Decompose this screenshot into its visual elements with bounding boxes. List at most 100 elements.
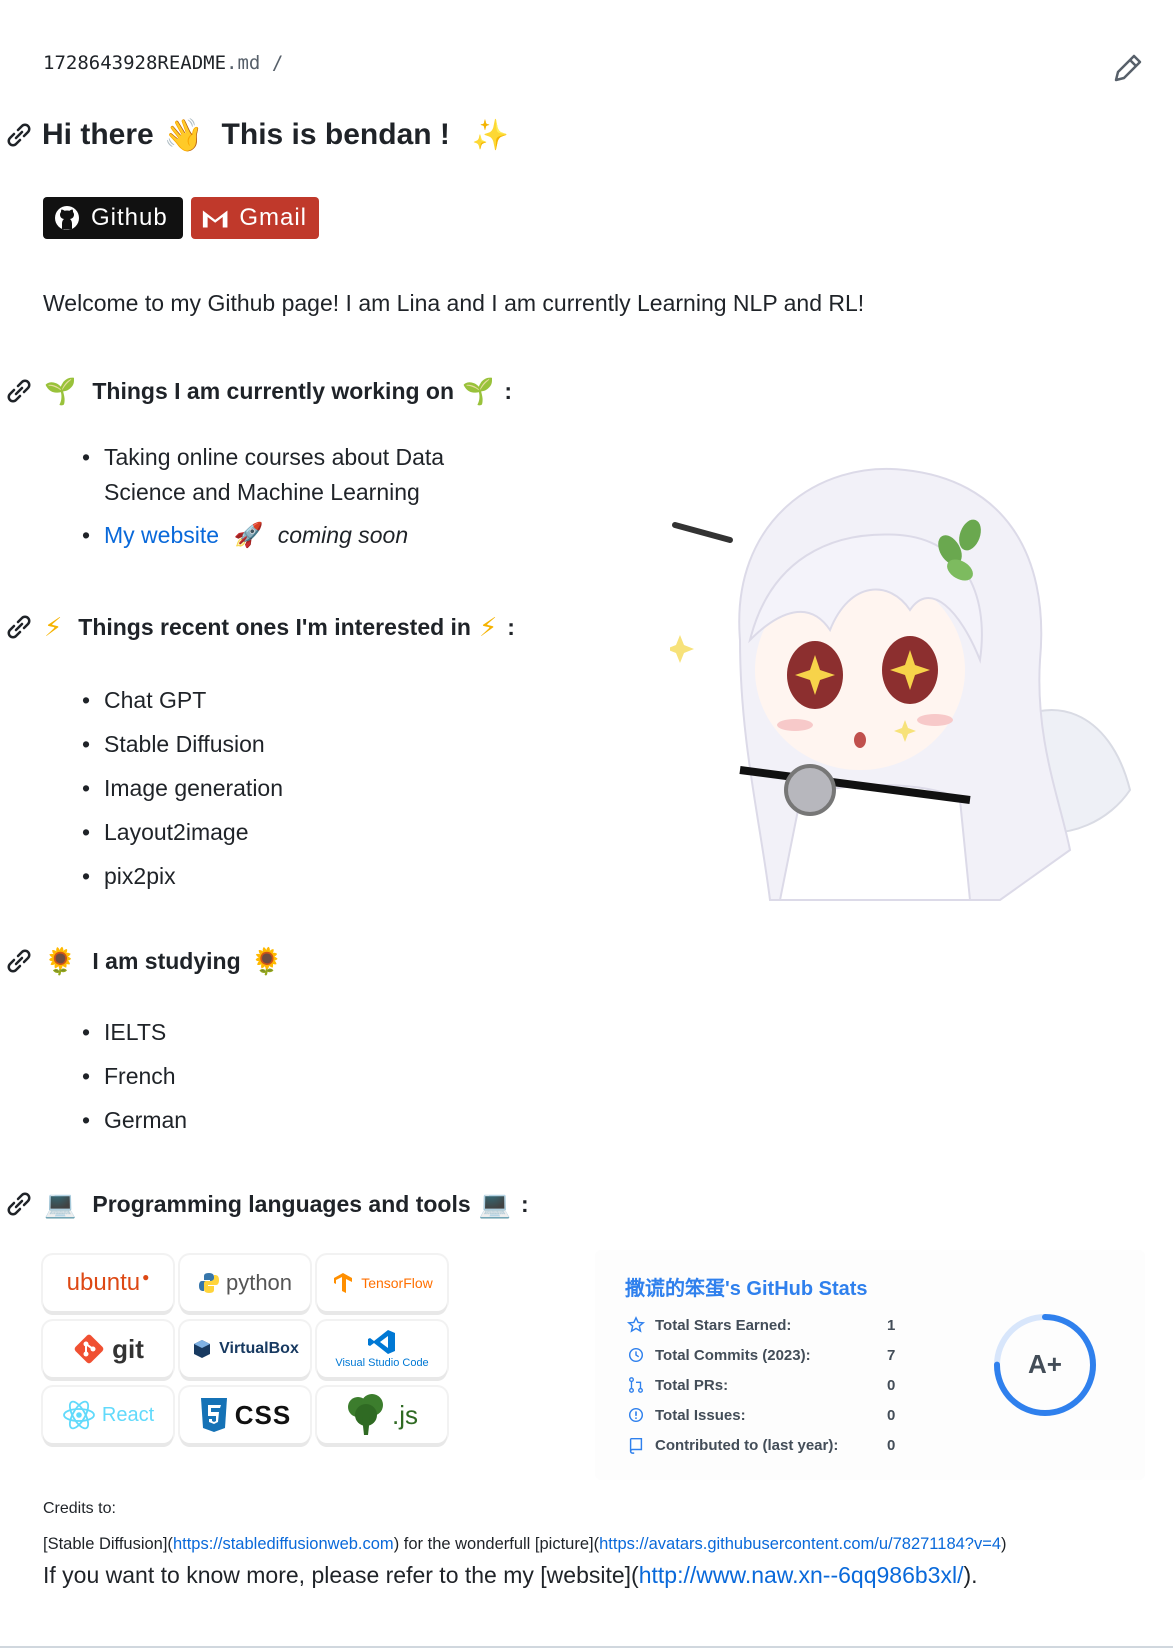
section-studying-heading: 🌻 I am studying 🌻 [0, 942, 283, 980]
credits-mid: ) for the wonderfull [picture]( [393, 1535, 600, 1553]
git-icon [74, 1334, 104, 1364]
list-item: My website 🚀 coming soon [78, 518, 444, 553]
repo-icon [629, 1437, 643, 1454]
file-name: 1728643928README [43, 52, 227, 74]
seedling-icon: 🌱 [44, 375, 77, 406]
bottom-divider [0, 1646, 1173, 1648]
working-list: Taking online courses about Data Science… [78, 440, 444, 553]
stat-row-stars: Total Stars Earned: 1 [625, 1316, 895, 1334]
git-badge[interactable]: git [43, 1321, 173, 1377]
section-interested-suffix: : [507, 613, 515, 640]
file-extension: .md [226, 52, 261, 74]
section-studying-title: I am studying [92, 947, 241, 974]
list-item: IELTS [78, 1010, 187, 1054]
refer-end: ). [963, 1562, 978, 1588]
heading-name: This is bendan ! [221, 118, 450, 151]
pull-request-icon [629, 1377, 643, 1393]
stat-value: 7 [887, 1346, 896, 1364]
stable-diffusion-link[interactable]: https://stablediffusionweb.com [173, 1535, 394, 1553]
react-badge[interactable]: React [43, 1387, 173, 1443]
stat-row-commits: Total Commits (2023): 7 [625, 1346, 895, 1364]
edit-button[interactable] [1108, 48, 1148, 88]
python-badge[interactable]: python [180, 1255, 310, 1311]
virtualbox-badge[interactable]: VirtualBox [180, 1321, 310, 1377]
anchor-link-icon[interactable] [0, 608, 38, 646]
ubuntu-icon: ● [142, 1270, 150, 1284]
list-item: pix2pix [78, 854, 283, 898]
stat-row-issues: Total Issues: 0 [625, 1406, 895, 1424]
welcome-text: Welcome to my Github page! I am Lina and… [43, 290, 865, 316]
refer-line: If you want to know more, please refer t… [43, 1562, 978, 1589]
css3-icon [200, 1398, 227, 1432]
stat-label: Total PRs: [655, 1376, 729, 1394]
file-path: 1728643928README.md / [43, 52, 283, 74]
gmail-badge[interactable]: Gmail [191, 197, 319, 239]
anchor-link-icon[interactable] [0, 372, 38, 410]
grade-text: A+ [1028, 1349, 1062, 1379]
list-item: French [78, 1054, 187, 1098]
stat-label: Contributed to (last year): [655, 1436, 839, 1454]
issue-icon [628, 1407, 644, 1423]
path-separator: / [271, 52, 284, 74]
python-label: python [225, 1270, 293, 1295]
ubuntu-badge[interactable]: ubuntu ● [43, 1255, 173, 1311]
tensorflow-icon [334, 1273, 353, 1293]
lightning-icon: ⚡ [44, 611, 63, 642]
gmail-badge-label: Gmail [239, 204, 307, 231]
section-tools-title: Programming languages and tools [92, 1190, 471, 1217]
my-website-link[interactable]: My website [104, 522, 219, 548]
broccoli-icon [348, 1394, 383, 1435]
pencil-icon [1114, 54, 1142, 82]
history-icon [628, 1347, 644, 1363]
gmail-icon [202, 210, 228, 228]
list-item: Taking online courses about Data Science… [78, 440, 444, 510]
stat-row-prs: Total PRs: 0 [625, 1376, 895, 1394]
react-label: React [101, 1403, 155, 1426]
anchor-link-icon[interactable] [0, 942, 38, 980]
nodejs-badge[interactable]: .js [317, 1387, 447, 1443]
anime-character-image [670, 467, 1132, 901]
stat-label: Total Stars Earned: [655, 1316, 792, 1334]
git-label: git [112, 1333, 144, 1364]
github-stats-card: 撒谎的笨蛋's GitHub Stats Total Stars Earned:… [595, 1250, 1145, 1480]
seedling-icon: 🌱 [462, 375, 495, 406]
website-url-link[interactable]: http://www.naw.xn--6qq986b3xl/ [639, 1562, 964, 1588]
credits-line: [Stable Diffusion](https://stablediffusi… [43, 1535, 1007, 1554]
tensorflow-label: TensorFlow [361, 1275, 433, 1291]
tensorflow-badge[interactable]: TensorFlow [317, 1255, 447, 1311]
virtualbox-label: VirtualBox [219, 1340, 299, 1357]
stat-value: 1 [887, 1316, 896, 1334]
stat-value: 0 [887, 1376, 896, 1394]
vscode-label: Visual Studio Code [335, 1357, 429, 1369]
list-item: Stable Diffusion [78, 722, 283, 766]
list-item: German [78, 1098, 187, 1142]
section-working-suffix: : [504, 377, 513, 404]
website-note: coming soon [277, 522, 409, 548]
lightning-icon: ⚡ [478, 611, 498, 642]
section-working-heading: 🌱 Things I am currently working on 🌱 : [0, 372, 512, 410]
github-icon [55, 206, 79, 230]
stat-label: Total Issues: [655, 1406, 746, 1424]
picture-link[interactable]: https://avatars.githubusercontent.com/u/… [599, 1535, 1001, 1553]
interests-list: Chat GPT Stable Diffusion Image generati… [78, 678, 283, 898]
stat-value: 0 [887, 1406, 896, 1424]
course-line-2: Science and Machine Learning [104, 479, 420, 505]
section-interested-heading: ⚡ Things recent ones I'm interested in ⚡… [0, 608, 515, 646]
github-badge[interactable]: Github [43, 197, 183, 239]
vscode-badge[interactable]: Visual Studio Code [317, 1321, 447, 1377]
main-heading: Hi there 👋 This is bendan ! ✨ [0, 116, 509, 154]
python-icon [198, 1273, 219, 1293]
stat-row-contributed: Contributed to (last year): 0 [625, 1436, 895, 1454]
list-item: Chat GPT [78, 678, 283, 722]
ubuntu-label: ubuntu [66, 1269, 141, 1296]
css-badge[interactable]: CSS [180, 1387, 310, 1443]
section-tools-heading: 💻 Programming languages and tools 💻 : [0, 1185, 529, 1223]
credits-title: Credits to: [43, 1500, 116, 1517]
anchor-link-icon[interactable] [0, 116, 38, 154]
list-item: Image generation [78, 766, 283, 810]
course-line-1: Taking online courses about Data [104, 444, 445, 470]
star-icon [626, 1316, 646, 1333]
anchor-link-icon[interactable] [0, 1185, 38, 1223]
list-item: Layout2image [78, 810, 283, 854]
credits-end: ) [1001, 1535, 1007, 1553]
